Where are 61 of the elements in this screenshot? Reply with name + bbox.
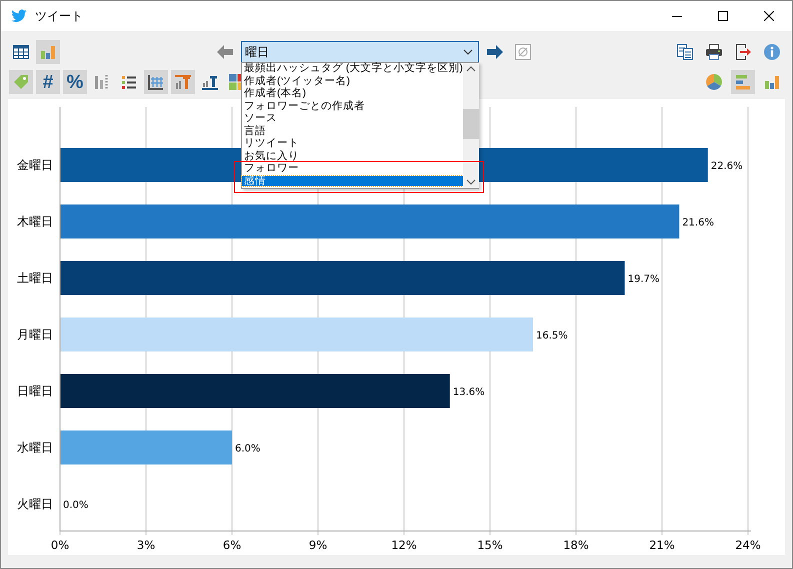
tick-label: 9% [308, 538, 328, 552]
symbol-button[interactable]: % [63, 70, 87, 94]
category-label: 金曜日 [17, 158, 53, 172]
value-label: 19.7% [628, 274, 660, 285]
grid-button[interactable] [144, 70, 168, 94]
dropdown-option[interactable]: フォロワーごとの作成者 [242, 100, 463, 111]
category-label: 土曜日 [17, 271, 53, 285]
columns-icon [93, 73, 111, 91]
tick-label: 12% [391, 538, 417, 552]
bird-icon [11, 9, 27, 23]
dropdown-option[interactable]: お気に入り [242, 150, 463, 161]
dropdown-option[interactable]: 感情 [242, 176, 463, 186]
value-label: 21.6% [682, 218, 714, 228]
symbol-button[interactable]: # [36, 70, 60, 94]
value-label: 22.6% [710, 161, 743, 172]
list-icon [120, 73, 138, 91]
value-label: 16.5% [536, 330, 568, 342]
horizontal-bar-chart-icon [734, 73, 752, 91]
pie-chart-icon [705, 73, 723, 91]
dropdown-option[interactable]: リツイート [242, 138, 463, 148]
value-label: 13.6% [452, 387, 485, 398]
category-label: 火曜日 [17, 497, 53, 511]
horizontal-bar-chart-button[interactable] [731, 70, 755, 94]
tag-icon [12, 73, 30, 91]
close-icon [764, 11, 774, 21]
tick-label: 18% [563, 538, 589, 552]
value-label: 0.0% [63, 500, 88, 511]
tick-label: 6% [222, 538, 242, 552]
dropdown-option[interactable]: フォロワー [242, 163, 463, 174]
arrow-right-icon [487, 45, 503, 59]
copy-icon [676, 43, 694, 61]
dropdown-option[interactable]: 言語 [242, 126, 463, 136]
table-view-icon [12, 43, 30, 61]
top-labels-icon [174, 73, 192, 91]
value-label: 6.0% [235, 444, 260, 454]
tick-label: 3% [136, 538, 156, 552]
tick-label: 24% [735, 538, 761, 552]
category-label: 月曜日 [17, 328, 53, 342]
category-label: 木曜日 [17, 214, 53, 228]
window-title: ツイート [35, 8, 83, 24]
tick-label: 15% [477, 538, 503, 552]
export-icon [734, 43, 752, 61]
arrow-left-icon [217, 45, 233, 59]
bottom-labels-icon [201, 73, 219, 91]
dropdown-option[interactable]: 作成者(本名) [242, 88, 463, 98]
clear-icon [515, 44, 531, 60]
category-label: 日曜日 [17, 384, 53, 398]
chevron-down-icon [463, 49, 473, 55]
chart-view-icon [39, 43, 57, 61]
tick-label: 21% [649, 538, 675, 552]
dropdown-option[interactable]: 最頻出ハッシュタグ (大文字と小文字を区別) [242, 63, 463, 74]
category-label: 水曜日 [17, 440, 53, 454]
dropdown-option[interactable]: ソース [242, 113, 463, 124]
print-icon [705, 43, 723, 61]
scrollbar[interactable] [462, 63, 479, 188]
grid-icon [147, 73, 165, 91]
tick-label: 0% [50, 538, 70, 552]
maximize-icon [718, 11, 728, 21]
info-icon [763, 43, 781, 61]
dropdown-option[interactable]: 作成者(ツイッター名) [242, 76, 463, 86]
vertical-bar-chart-icon [763, 73, 781, 91]
